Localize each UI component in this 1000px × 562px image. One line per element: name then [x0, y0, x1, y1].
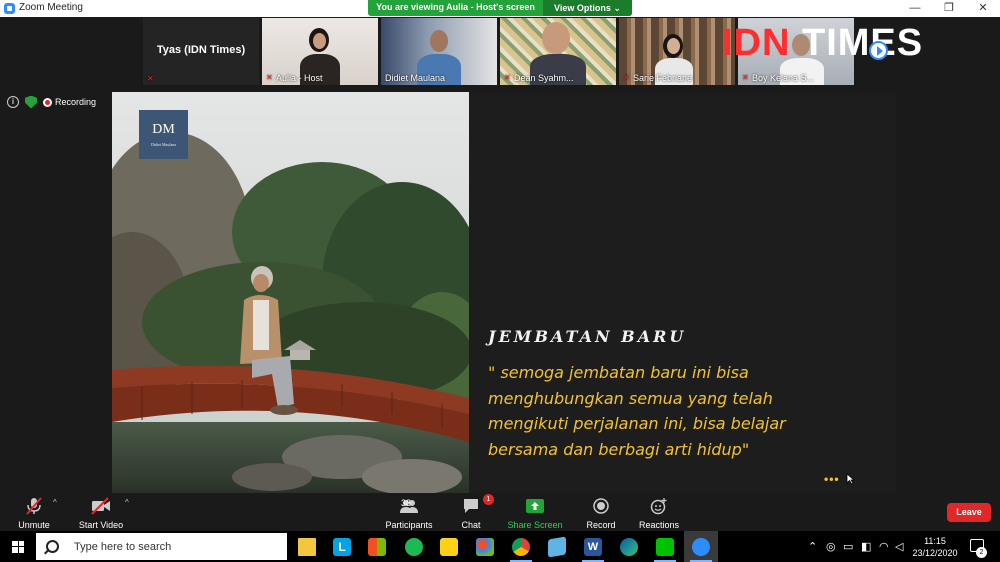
meeting-status-icons: i Recording	[7, 95, 96, 109]
windows-taskbar: Type here to search L W ⌃ ◎ ▭ ◧ ◠ ◁ 11:1…	[0, 531, 1000, 562]
maximize-button[interactable]: ❐	[932, 0, 966, 17]
chat-badge: 1	[483, 494, 494, 505]
window-title: Zoom Meeting	[19, 2, 83, 13]
participants-button[interactable]: 38 Participants	[383, 497, 435, 530]
more-options-icon[interactable]: •••	[824, 472, 840, 486]
meeting-toolbar: Unmute ^ Start Video ^ 38 Participants 1…	[0, 493, 1000, 531]
participants-count: 38	[401, 498, 412, 508]
video-off-icon	[76, 497, 126, 515]
dm-logo: DM Didiet Maulana	[139, 110, 188, 159]
recording-indicator[interactable]: Recording	[43, 97, 96, 107]
participant-label: ✕ Dean Syahm...	[504, 73, 574, 83]
battery-icon[interactable]: ▭	[843, 540, 853, 553]
participant-label: ✕ Boy Kelana S...	[742, 73, 815, 83]
participant-label: ✕ Aulia - Host	[266, 73, 323, 83]
participant-tile-dean[interactable]: ✕ Dean Syahm...	[500, 18, 616, 85]
quote-body: " semoga jembatan baru ini bisa menghubu…	[488, 363, 786, 459]
paint-taskbar-icon[interactable]	[468, 531, 502, 562]
reactions-icon	[638, 497, 680, 515]
participant-tile-aulia[interactable]: ✕ Aulia - Host	[262, 18, 378, 85]
viewing-banner: You are viewing Aulia - Host's screen Vi…	[368, 0, 632, 16]
close-button[interactable]: ✕	[966, 0, 1000, 17]
record-button[interactable]: Record	[582, 497, 620, 530]
share-screen-button[interactable]: Share Screen	[507, 497, 563, 530]
start-video-button[interactable]: Start Video	[76, 497, 126, 530]
reactions-button[interactable]: Reactions	[638, 497, 680, 530]
recording-dot-icon	[43, 97, 52, 107]
chat-icon: 1	[454, 494, 494, 515]
mic-muted-icon: ✕	[147, 74, 154, 83]
info-icon[interactable]: i	[7, 96, 19, 108]
mic-muted-icon: ✕	[504, 73, 511, 82]
participants-icon: 38	[383, 497, 435, 515]
record-icon	[582, 497, 620, 515]
l-app-taskbar-icon[interactable]: L	[325, 531, 359, 562]
unmute-button[interactable]: Unmute	[12, 497, 56, 530]
person-face	[667, 38, 680, 54]
participant-tile-tyas[interactable]: Tyas (IDN Times) ✕	[143, 18, 259, 85]
taskbar-search[interactable]: Type here to search	[36, 533, 287, 560]
person-face	[313, 33, 326, 49]
mic-muted-icon: ✕	[742, 73, 749, 82]
chrome-taskbar-icon[interactable]	[504, 531, 538, 562]
person-face	[542, 22, 570, 54]
play-icon	[869, 41, 888, 60]
system-clock[interactable]: 11:15 23/12/2020	[905, 535, 965, 559]
edge-taskbar-icon[interactable]	[612, 531, 646, 562]
meeting-tray-icon[interactable]: ◎	[826, 540, 836, 553]
chat-button[interactable]: 1 Chat	[454, 494, 494, 530]
share-screen-icon	[507, 497, 563, 515]
mouse-cursor-icon	[846, 473, 855, 485]
volume-icon[interactable]: ◁	[895, 540, 903, 553]
participant-name-tyas: Tyas (IDN Times)	[156, 44, 246, 56]
notes-taskbar-icon[interactable]	[540, 531, 574, 562]
network-icon[interactable]: ◧	[861, 540, 871, 553]
encryption-shield-icon[interactable]	[25, 95, 37, 109]
quote-title: JEMBATAN BARU	[488, 327, 687, 346]
viewing-banner-text: You are viewing Aulia - Host's screen	[376, 2, 535, 12]
search-icon	[46, 540, 59, 553]
search-placeholder: Type here to search	[74, 540, 172, 553]
zoom-app-icon	[4, 3, 15, 14]
audio-options-caret-icon[interactable]: ^	[53, 498, 57, 507]
participant-tile-didiet[interactable]: Didiet Maulana	[381, 18, 497, 85]
minimize-button[interactable]: —	[898, 0, 932, 17]
sticky-notes-taskbar-icon[interactable]	[432, 531, 466, 562]
participant-label: Didiet Maulana	[385, 73, 446, 83]
video-options-caret-icon[interactable]: ^	[125, 498, 129, 507]
start-button[interactable]	[0, 531, 36, 562]
line-taskbar-icon[interactable]	[648, 531, 682, 562]
mic-muted-icon	[12, 497, 56, 515]
mic-muted-icon: ✕	[266, 73, 273, 82]
idn-times-watermark: IDN TIMES	[722, 22, 924, 64]
show-hidden-icons-chevron-icon[interactable]: ⌃	[808, 540, 817, 553]
windows-logo-icon	[12, 540, 24, 553]
recording-label: Recording	[55, 97, 97, 107]
clock-time: 11:15	[924, 536, 946, 546]
clock-date: 23/12/2020	[912, 548, 958, 558]
person-face	[430, 30, 448, 52]
word-taskbar-icon[interactable]: W	[576, 531, 610, 562]
mic-muted-icon: ✕	[623, 73, 630, 82]
zoom-taskbar-icon[interactable]	[684, 531, 718, 562]
participant-tile-sarie[interactable]: ✕ Sarie Febriane	[619, 18, 735, 85]
spotify-taskbar-icon[interactable]	[397, 531, 431, 562]
store-taskbar-icon[interactable]	[360, 531, 394, 562]
shared-screen: DM Didiet Maulana JEMBATAN BARU " semoga…	[112, 92, 896, 493]
participant-label: ✕ Sarie Febriane	[623, 73, 693, 83]
leave-button[interactable]: Leave	[947, 503, 991, 522]
wifi-icon[interactable]: ◠	[879, 540, 889, 553]
view-options-button[interactable]: View Options ⌄	[543, 0, 632, 16]
file-explorer-taskbar-icon[interactable]	[290, 531, 324, 562]
notification-count-badge: 2	[976, 547, 987, 558]
